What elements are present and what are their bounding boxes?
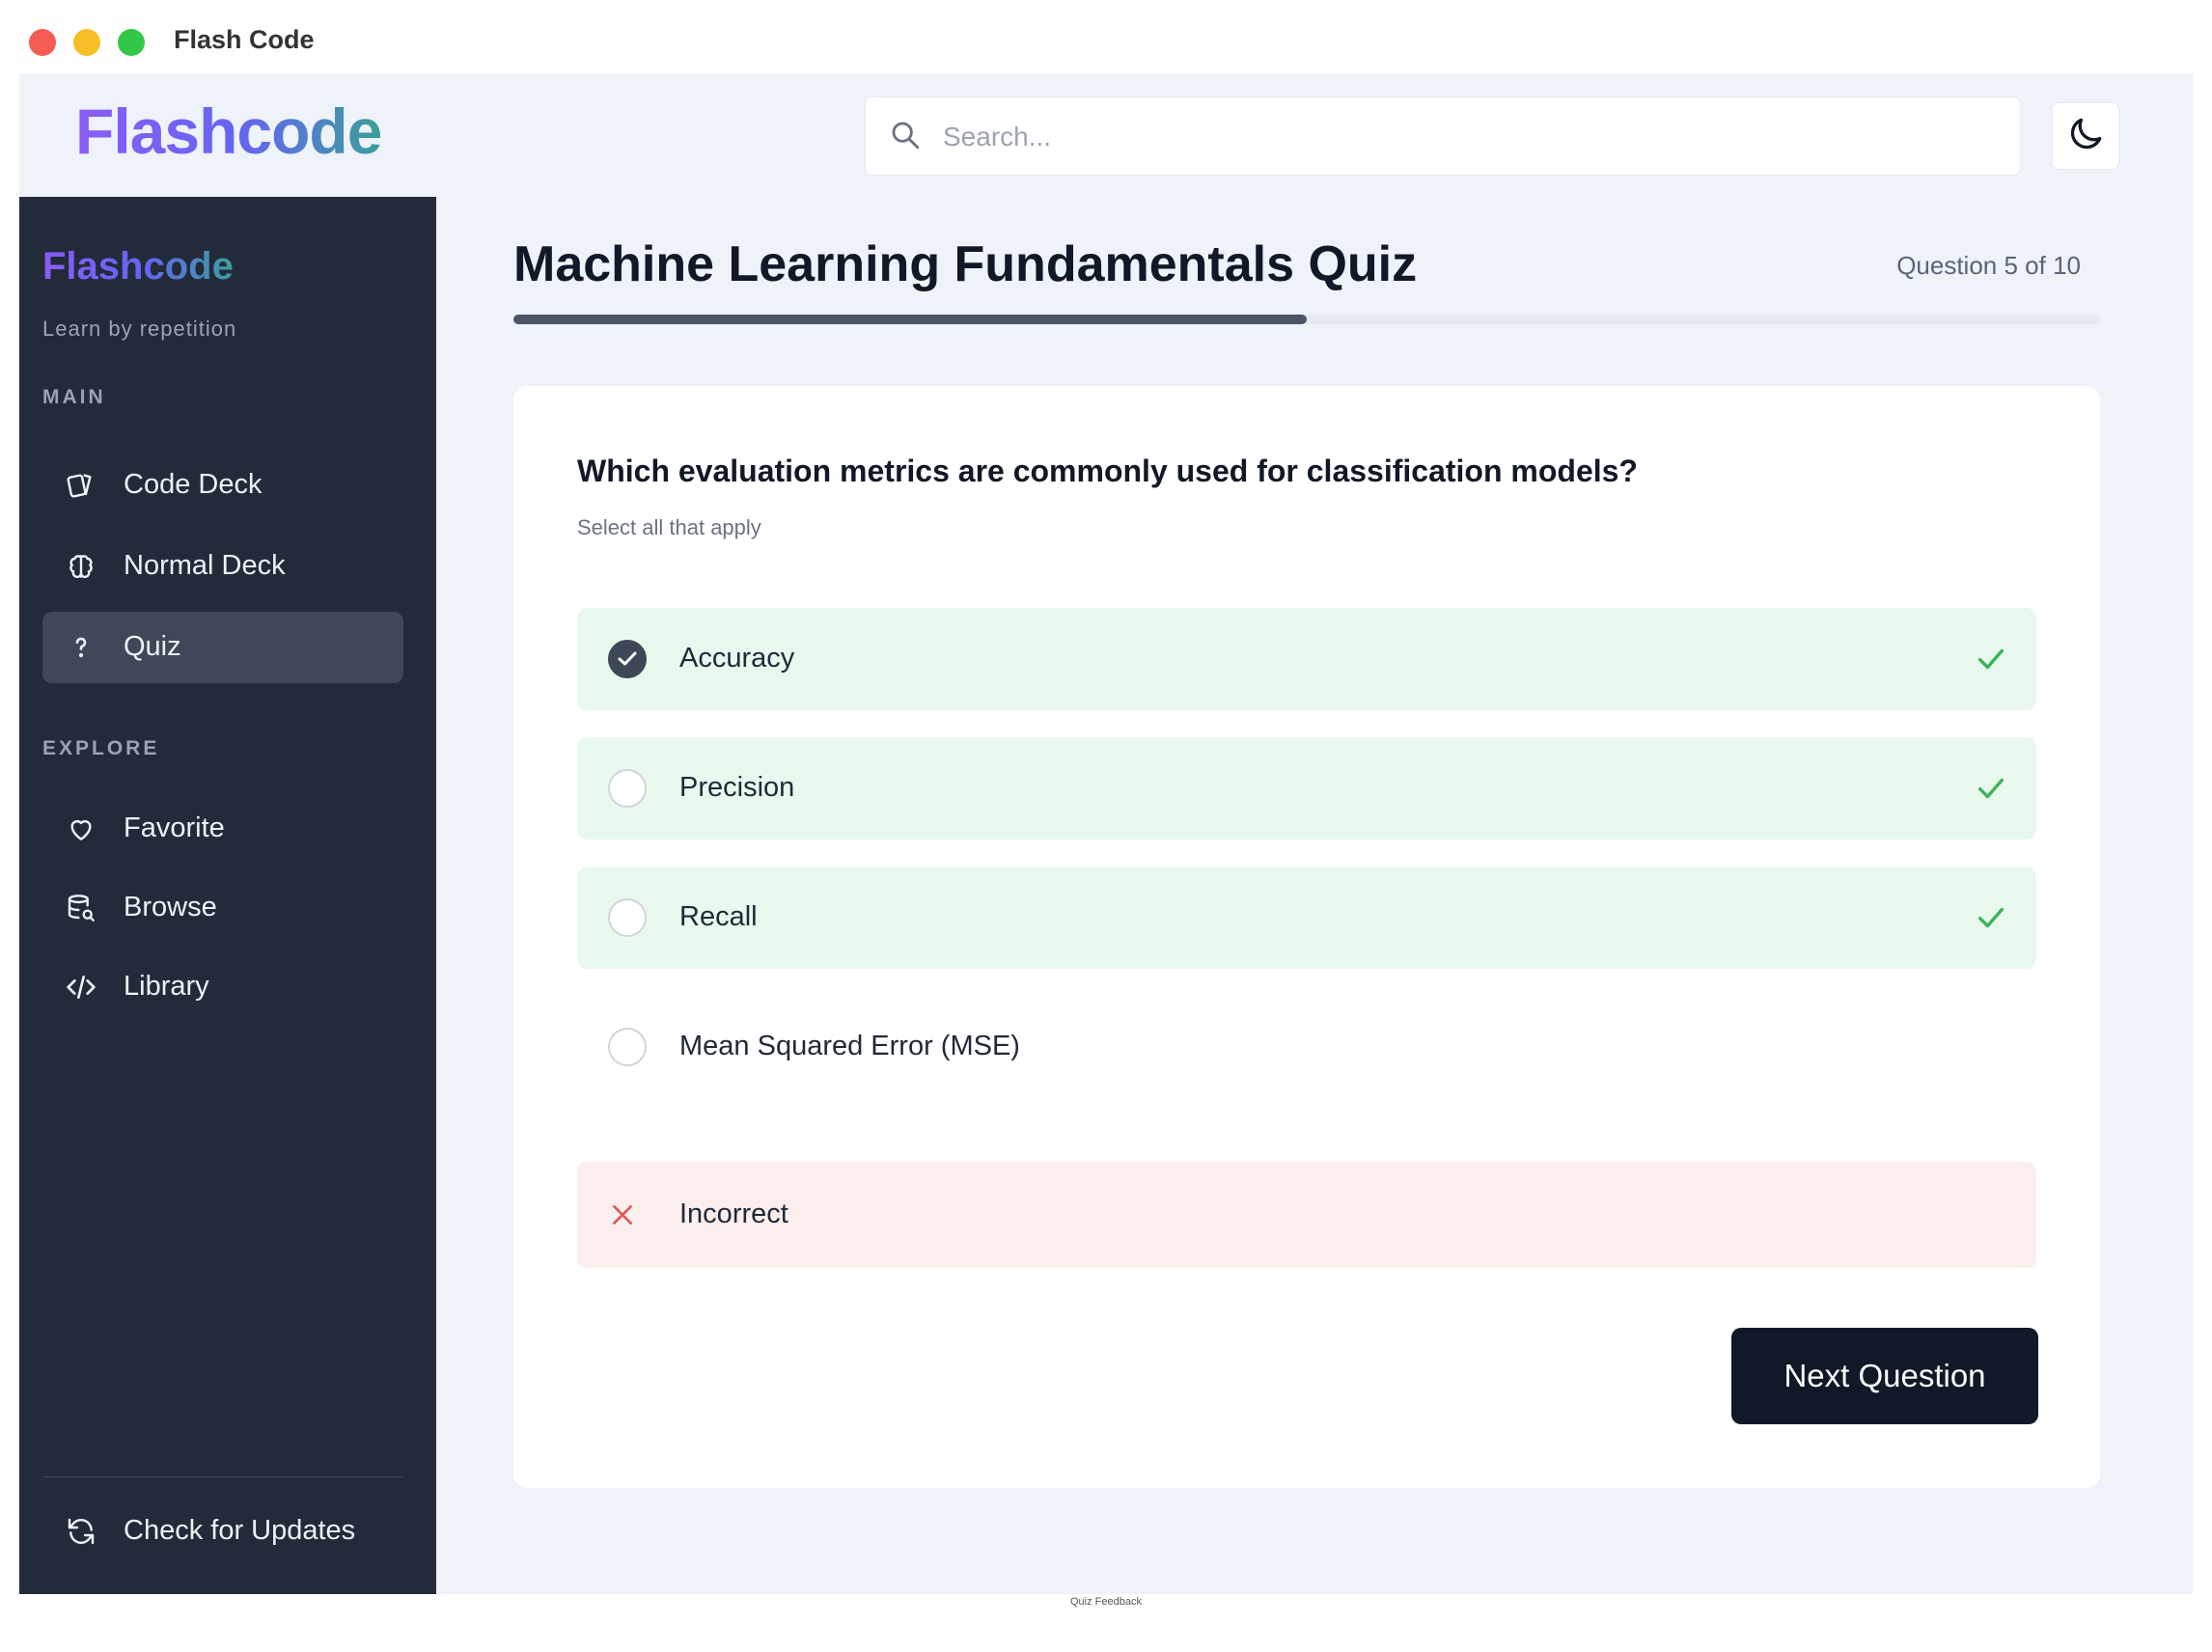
title-bar: Flash Code [19, 0, 2193, 73]
cards-icon [66, 470, 97, 501]
answer-checkbox[interactable] [608, 769, 647, 808]
header-brand-logo[interactable]: Flashcode [75, 95, 382, 168]
sidebar-item-label: Check for Updates [124, 1515, 356, 1546]
sidebar-item-label: Favorite [124, 812, 225, 843]
feedback-text: Incorrect [679, 1198, 788, 1229]
moon-icon [2064, 113, 2107, 160]
correct-check-icon [1975, 772, 2007, 810]
correct-check-icon [1975, 643, 2007, 680]
code-icon [66, 972, 97, 1003]
page-title: Machine Learning Fundamentals Quiz [513, 236, 1418, 292]
theme-toggle-button[interactable] [2052, 102, 2119, 170]
question-counter: Question 5 of 10 [1896, 251, 2081, 280]
minimize-window-button[interactable] [73, 29, 100, 56]
sidebar-item-label: Quiz [124, 631, 181, 662]
sidebar-item-label: Code Deck [124, 469, 263, 500]
sidebar-item-code-deck[interactable]: Code Deck [42, 450, 403, 521]
answer-checkbox[interactable] [608, 898, 647, 937]
answer-option-accuracy[interactable]: Accuracy [577, 608, 2036, 710]
sidebar-tagline: Learn by repetition [42, 317, 237, 341]
brain-icon [66, 551, 97, 582]
page-caption: Quiz Feedback [1070, 1596, 1142, 1608]
question-hint: Select all that apply [577, 515, 761, 539]
quiz-progress-fill [513, 315, 1307, 324]
maximize-window-button[interactable] [118, 29, 145, 56]
sidebar-brand: Flashcode [42, 245, 234, 288]
feedback-banner: Incorrect [577, 1162, 2036, 1268]
heart-icon [66, 813, 97, 844]
answer-option-mse[interactable]: Mean Squared Error (MSE) [577, 996, 2036, 1098]
search-box[interactable] [865, 96, 2021, 177]
database-search-icon [66, 893, 97, 923]
answer-option-precision[interactable]: Precision [577, 737, 2036, 840]
incorrect-x-icon [610, 1202, 635, 1232]
sidebar-item-quiz[interactable]: Quiz [42, 612, 403, 683]
close-window-button[interactable] [29, 29, 56, 56]
section-label-explore: EXPLORE [42, 737, 160, 759]
check-for-updates-button[interactable]: Check for Updates [42, 1496, 403, 1567]
question-card: Which evaluation metrics are commonly us… [513, 386, 2100, 1488]
answer-checkbox[interactable] [608, 640, 647, 678]
app-window: Flash Code Flashcode Flashcode Learn by … [19, 0, 2193, 1594]
sidebar-item-label: Browse [124, 892, 217, 922]
sidebar-item-library[interactable]: Library [42, 951, 403, 1023]
sidebar-item-label: Normal Deck [124, 550, 286, 581]
sidebar-item-label: Library [124, 971, 209, 1002]
refresh-icon [66, 1516, 97, 1547]
next-question-button[interactable]: Next Question [1731, 1328, 2038, 1424]
question-icon [66, 632, 97, 663]
top-header: Flashcode [19, 73, 2193, 197]
window-title: Flash Code [174, 25, 315, 54]
answer-label: Recall [679, 901, 758, 932]
answer-label: Precision [679, 772, 795, 803]
sidebar-divider [42, 1476, 403, 1477]
answer-option-recall[interactable]: Recall [577, 867, 2036, 969]
quiz-progress-bar [513, 315, 2100, 324]
answer-label: Accuracy [679, 643, 795, 674]
section-label-main: MAIN [42, 386, 106, 408]
answer-label: Mean Squared Error (MSE) [679, 1031, 1020, 1061]
main-content: Machine Learning Fundamentals Quiz Quest… [436, 197, 2193, 1594]
correct-check-icon [1975, 901, 2007, 939]
sidebar-item-browse[interactable]: Browse [42, 872, 403, 944]
sidebar: Flashcode Learn by repetition MAIN Code … [19, 197, 436, 1594]
search-input[interactable] [941, 97, 2006, 177]
sidebar-item-normal-deck[interactable]: Normal Deck [42, 531, 403, 602]
sidebar-item-favorite[interactable]: Favorite [42, 793, 403, 865]
question-text: Which evaluation metrics are commonly us… [577, 454, 1638, 488]
answer-checkbox[interactable] [608, 1028, 647, 1066]
search-icon [889, 119, 922, 156]
